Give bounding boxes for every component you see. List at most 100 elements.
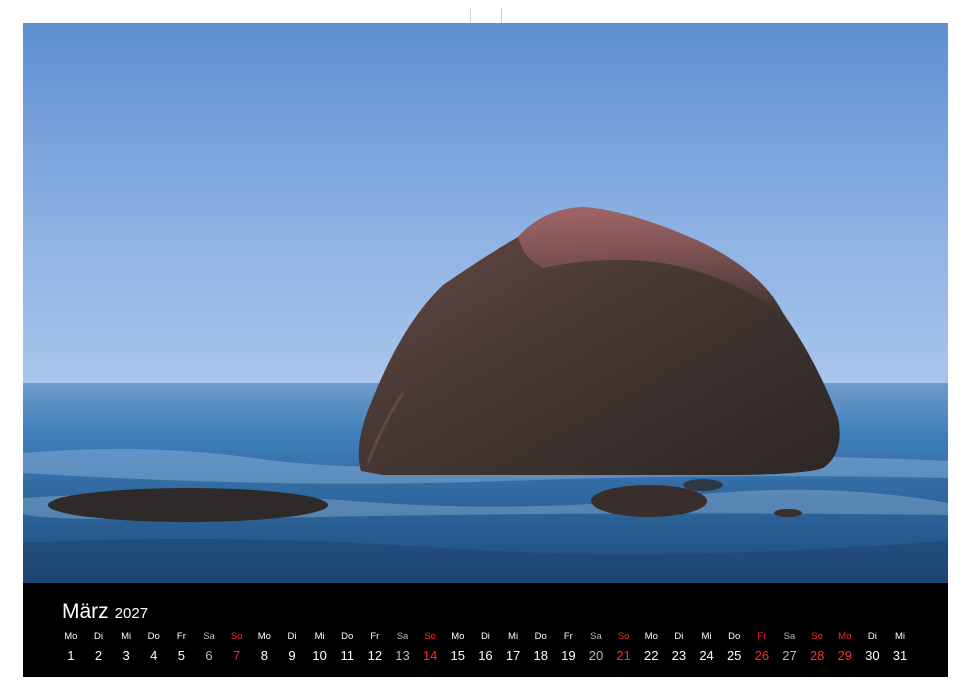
weekday-label: So <box>424 631 436 642</box>
day-number: 4 <box>150 648 158 663</box>
day-cell: So 14 <box>416 629 444 667</box>
weekday-label: Mi <box>121 631 132 642</box>
day-number: 31 <box>892 648 908 663</box>
day-cell: Mi 24 <box>693 629 721 667</box>
weekday-label: Mo <box>257 631 271 642</box>
day-cell: So 7 <box>223 629 251 667</box>
weekday-label: Do <box>728 631 741 642</box>
day-number: 18 <box>533 648 548 663</box>
day-cell: Do 25 <box>720 629 748 667</box>
year-label: 2027 <box>114 605 149 622</box>
day-cell: Di 2 <box>85 629 113 667</box>
weekday-label: Do <box>341 631 354 642</box>
day-cell: Sa 27 <box>776 629 804 667</box>
weekday-label: Di <box>674 631 684 642</box>
day-cell: Mo 15 <box>444 629 472 667</box>
weekday-label: So <box>617 631 630 642</box>
day-number: 30 <box>865 648 880 663</box>
day-number: 14 <box>422 648 438 663</box>
weekday-label: Sa <box>590 631 602 642</box>
day-cell: Mi 10 <box>306 629 334 667</box>
day-number: 13 <box>395 648 410 663</box>
day-number: 5 <box>177 648 185 663</box>
day-cell: Di 16 <box>472 629 500 667</box>
weekday-label: Mi <box>701 631 712 642</box>
day-number: 1 <box>67 648 75 663</box>
day-number: 2 <box>94 648 103 663</box>
day-number: 9 <box>288 648 296 663</box>
day-number: 21 <box>616 648 631 663</box>
day-cell: Do 11 <box>333 629 361 667</box>
day-number: 6 <box>205 648 213 663</box>
day-cell: Mi 3 <box>112 629 140 667</box>
day-cell: Fr 19 <box>555 629 583 667</box>
day-number: 24 <box>699 648 714 663</box>
day-number: 15 <box>450 648 466 663</box>
day-cell: Sa 13 <box>389 629 417 667</box>
day-row: Mo 1 Di 2 Mi 3 Do 4 Fr 5 Sa 6 So 7 Mo 8 Di 9 Mi 10 Do 11 Fr 12 S… <box>57 629 914 667</box>
weekday-label: Do <box>534 631 547 642</box>
day-cell: So 28 <box>803 629 831 667</box>
day-cell: Mo 1 <box>57 629 85 667</box>
day-cell: Do 18 <box>527 629 555 667</box>
weekday-label: Do <box>147 631 160 642</box>
day-number: 20 <box>588 648 604 663</box>
weekday-label: Mo <box>838 631 852 642</box>
day-number: 17 <box>505 648 521 663</box>
weekday-label: Fr <box>757 631 767 642</box>
day-number: 19 <box>561 648 576 663</box>
weekday-label: Di <box>480 631 490 642</box>
day-number: 11 <box>340 648 354 663</box>
weekday-label: Mi <box>508 631 519 642</box>
day-number: 23 <box>671 648 687 663</box>
weekday-label: Mo <box>644 631 658 642</box>
day-cell: Fr 5 <box>168 629 196 667</box>
weekday-label: Sa <box>203 631 215 642</box>
boulder-seascape <box>23 23 948 583</box>
day-number: 26 <box>754 648 770 663</box>
day-number: 29 <box>837 648 852 663</box>
day-cell: Sa 6 <box>195 629 223 667</box>
day-cell: Di 9 <box>278 629 306 667</box>
day-number: 12 <box>367 648 383 663</box>
weekday-label: Mi <box>314 631 325 642</box>
day-number: 27 <box>782 648 797 663</box>
day-cell: Fr 12 <box>361 629 389 667</box>
weekday-label: Mo <box>451 631 465 642</box>
day-cell: Mi 31 <box>886 629 914 667</box>
weekday-label: Mo <box>64 631 78 642</box>
day-number: 3 <box>122 648 130 663</box>
month-title: März 2027 <box>62 600 148 624</box>
day-cell: So 21 <box>610 629 638 667</box>
day-number: 7 <box>233 648 241 663</box>
day-cell: Mo 22 <box>637 629 665 667</box>
weekday-label: Mi <box>895 631 906 642</box>
weekday-label: So <box>230 631 243 642</box>
day-cell: Mo 29 <box>831 629 859 667</box>
day-cell: Fr 26 <box>748 629 776 667</box>
weekday-label: Di <box>93 631 103 642</box>
day-number: 16 <box>478 648 493 663</box>
weekday-label: Sa <box>396 631 409 642</box>
weekday-label: Fr <box>370 631 380 642</box>
day-cell: Di 30 <box>859 629 887 667</box>
calendar-panel: März 2027 Mo 1 Di 2 Mi 3 Do 4 Fr 5 Sa 6 So 7 Mo 8 Di 9 Mi 10… <box>23 583 948 677</box>
weekday-label: Di <box>287 631 297 642</box>
weekday-label: Sa <box>783 631 796 642</box>
day-number: 22 <box>644 648 659 663</box>
day-number: 25 <box>726 648 742 663</box>
weekday-label: Fr <box>563 631 573 642</box>
day-number: 8 <box>260 648 268 663</box>
day-cell: Sa 20 <box>582 629 610 667</box>
day-cell: Mo 8 <box>250 629 278 667</box>
day-cell: Do 4 <box>140 629 168 667</box>
calendar-photo <box>23 23 948 583</box>
weekday-label: So <box>811 631 823 642</box>
weekday-label: Di <box>867 631 877 642</box>
weekday-label: Fr <box>176 631 186 642</box>
month-name: März <box>62 600 109 623</box>
day-cell: Mi 17 <box>499 629 527 667</box>
day-number: 10 <box>312 648 327 663</box>
day-number: 28 <box>809 648 825 663</box>
day-cell: Di 23 <box>665 629 693 667</box>
